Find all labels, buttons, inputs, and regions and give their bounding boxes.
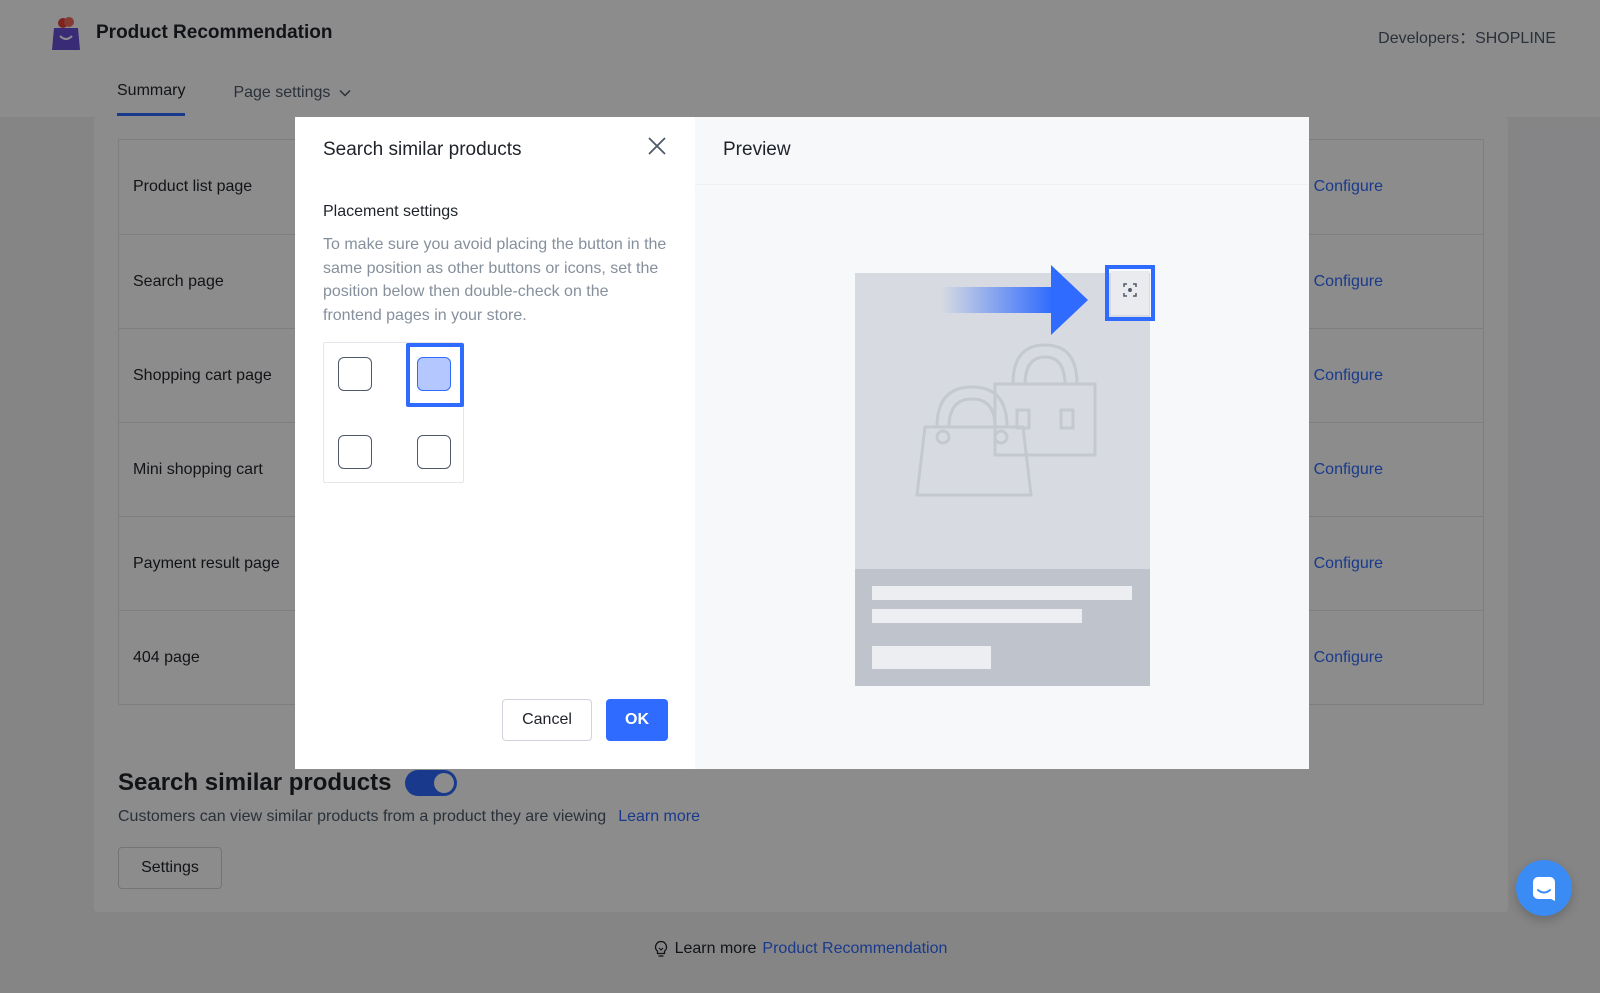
preview-illustration	[855, 265, 1155, 686]
preview-price-block	[872, 646, 991, 669]
modal-settings-panel: Search similar products Placement settin…	[295, 117, 695, 769]
preview-panel: Preview	[695, 117, 1309, 769]
position-grid	[323, 342, 464, 483]
preview-text-line	[872, 609, 1082, 623]
position-bottom-right[interactable]	[417, 435, 451, 469]
preview-text-line	[872, 586, 1132, 600]
selected-position-highlight	[406, 343, 464, 407]
placement-modal: Search similar products Placement settin…	[295, 117, 1309, 769]
ok-button[interactable]: OK	[606, 699, 668, 741]
position-bottom-left[interactable]	[338, 435, 372, 469]
cancel-button[interactable]: Cancel	[502, 699, 592, 741]
preview-header: Preview	[695, 117, 1309, 185]
placement-title: Placement settings	[323, 203, 459, 220]
chat-icon	[1533, 877, 1555, 901]
placement-description: To make sure you avoid placing the butto…	[323, 236, 667, 324]
close-icon[interactable]	[645, 134, 669, 158]
chat-button[interactable]	[1516, 860, 1572, 916]
preview-title: Preview	[723, 139, 791, 160]
position-top-left[interactable]	[338, 357, 372, 391]
preview-scan-button	[1111, 271, 1149, 315]
modal-title: Search similar products	[323, 139, 522, 160]
preview-arrow-shaft	[941, 287, 1053, 313]
